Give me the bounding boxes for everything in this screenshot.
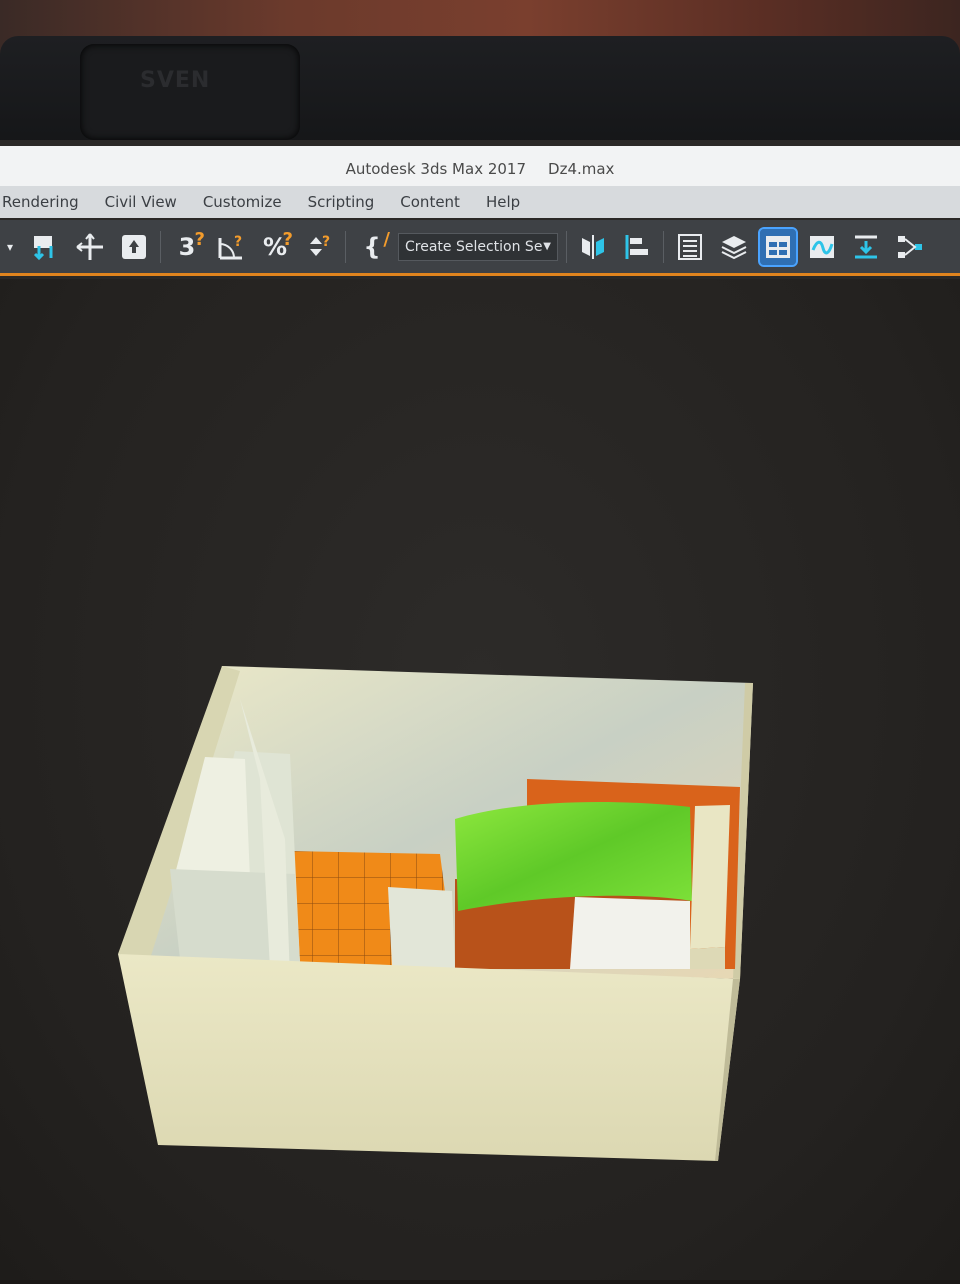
ribbon-toggle-icon[interactable] bbox=[758, 226, 798, 267]
front-wall bbox=[118, 954, 740, 1161]
nightstand bbox=[570, 897, 690, 969]
app-title: Autodesk 3ds Max 2017 bbox=[345, 160, 527, 178]
monitor-brand-logo: SVEN bbox=[140, 68, 211, 93]
svg-text:?: ? bbox=[322, 234, 330, 250]
dresser-base bbox=[690, 947, 725, 969]
align-icon[interactable] bbox=[619, 229, 655, 265]
selection-set-dropdown[interactable]: Create Selection Se ▼ bbox=[398, 232, 558, 261]
selection-set-label: Create Selection Se bbox=[405, 238, 543, 255]
select-filter-icon[interactable] bbox=[116, 229, 152, 265]
named-selection-icon[interactable]: {/ bbox=[354, 229, 390, 265]
menu-bar: Rendering Civil View Customize Scripting… bbox=[0, 186, 960, 218]
angle-snap-icon[interactable]: ? bbox=[213, 229, 249, 265]
dropdown-arrow-icon[interactable]: ▾ bbox=[0, 229, 20, 265]
move-icon[interactable] bbox=[72, 229, 108, 265]
schematic-view-icon[interactable] bbox=[892, 229, 928, 265]
screen: Autodesk 3ds Max 2017 Dz4.max Rendering … bbox=[0, 140, 960, 1280]
perspective-viewport[interactable] bbox=[0, 279, 960, 1280]
chevron-down-icon: ▼ bbox=[543, 241, 551, 252]
bed-cover bbox=[455, 802, 692, 911]
percent-snap-icon[interactable]: %? bbox=[257, 229, 293, 265]
curve-editor-icon[interactable] bbox=[804, 229, 840, 265]
mirror-icon[interactable] bbox=[575, 229, 611, 265]
menu-customize[interactable]: Customize bbox=[190, 193, 295, 211]
spinner-snap-icon[interactable]: ? bbox=[301, 229, 337, 265]
toolbar-separator bbox=[345, 230, 346, 263]
menu-rendering[interactable]: Rendering bbox=[0, 193, 92, 211]
layer-explorer-icon[interactable] bbox=[716, 229, 752, 265]
render-setup-icon[interactable] bbox=[848, 229, 884, 265]
file-name: Dz4.max bbox=[548, 160, 615, 178]
svg-text:?: ? bbox=[234, 234, 242, 250]
menu-content[interactable]: Content bbox=[387, 193, 473, 211]
partition bbox=[388, 887, 455, 969]
menu-civil-view[interactable]: Civil View bbox=[92, 193, 190, 211]
menu-help[interactable]: Help bbox=[473, 193, 533, 211]
main-toolbar: ▾ 3? ? %? ? {/ Create Selection Se ▼ bbox=[0, 220, 960, 276]
toolbar-separator bbox=[160, 230, 161, 263]
snap-3d-icon[interactable]: 3? bbox=[169, 229, 205, 265]
toolbar-separator bbox=[663, 230, 664, 263]
toolbar-separator bbox=[566, 230, 567, 263]
select-link-icon[interactable] bbox=[28, 229, 64, 265]
menu-scripting[interactable]: Scripting bbox=[295, 193, 388, 211]
dresser bbox=[690, 805, 730, 949]
room-model bbox=[118, 666, 753, 1161]
scene-explorer-icon[interactable] bbox=[672, 229, 708, 265]
